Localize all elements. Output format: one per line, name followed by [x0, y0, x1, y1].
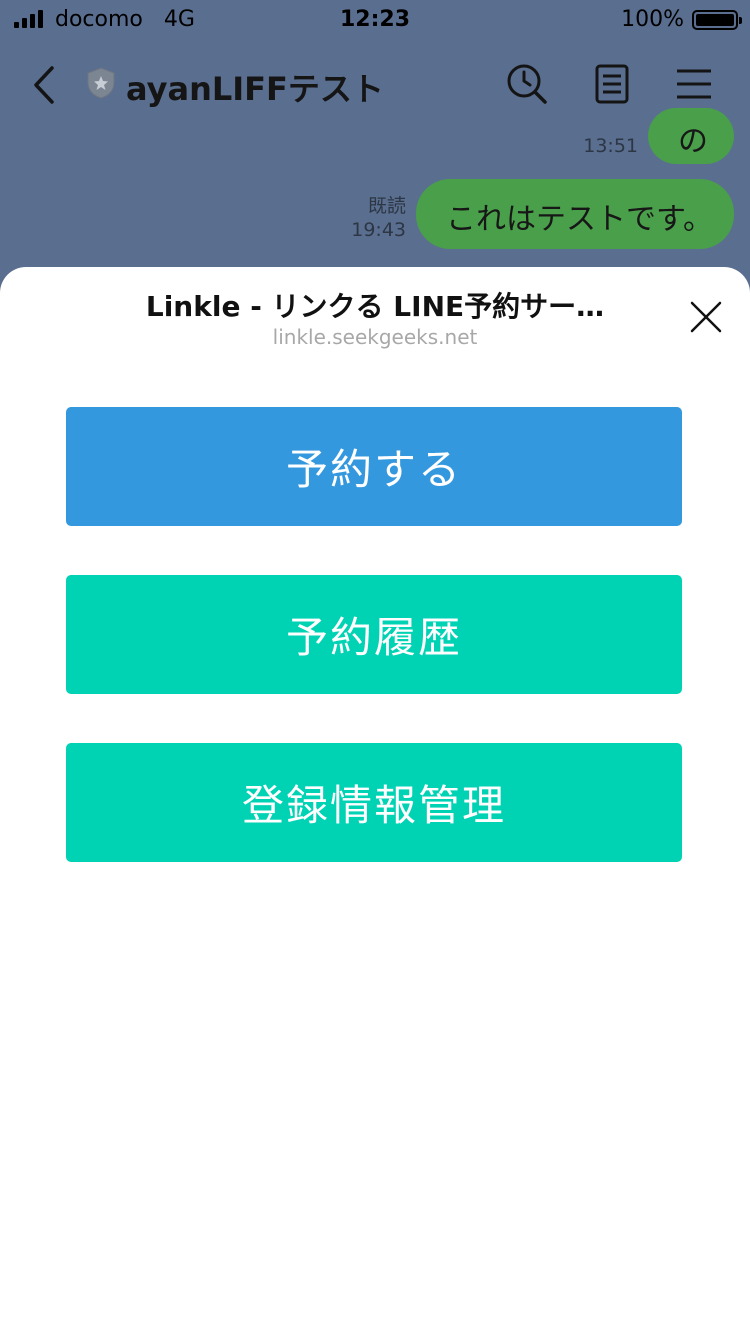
message-meta: 13:51 — [560, 134, 638, 158]
reservation-history-button[interactable]: 予約履歴 — [66, 575, 682, 694]
sheet-title: Linkle - リンクる LINE予約サー… — [145, 290, 605, 323]
back-icon[interactable] — [28, 62, 62, 108]
shield-icon — [86, 66, 116, 100]
chat-title: ayanLIFFテスト — [126, 70, 384, 108]
registration-info-button[interactable]: 登録情報管理 — [66, 743, 682, 862]
menu-icon[interactable] — [672, 62, 716, 106]
sheet-url: linkle.seekgeeks.net — [272, 325, 478, 349]
battery-percent: 100% — [621, 7, 684, 32]
status-bar: docomo 4G 12:23 100% — [0, 0, 750, 40]
reserve-button[interactable]: 予約する — [66, 407, 682, 526]
message-time: 19:43 — [351, 219, 406, 241]
notes-icon[interactable] — [590, 62, 634, 106]
close-icon[interactable] — [686, 297, 726, 337]
message-bubble[interactable]: の — [648, 108, 734, 164]
message-time: 13:51 — [583, 135, 638, 157]
message-text: の — [678, 124, 708, 159]
search-clock-icon[interactable] — [505, 62, 549, 106]
read-receipt: 既読 — [367, 195, 406, 217]
message-bubble[interactable]: これはテストです。 — [416, 179, 734, 249]
liff-sheet: Linkle - リンクる LINE予約サー… linkle.seekgeeks… — [0, 267, 750, 1334]
message-meta: 既読 19:43 — [330, 194, 406, 242]
battery-icon — [692, 10, 742, 30]
chat-header: ayanLIFFテスト — [0, 40, 750, 130]
message-text: これはテストです。 — [446, 202, 713, 237]
